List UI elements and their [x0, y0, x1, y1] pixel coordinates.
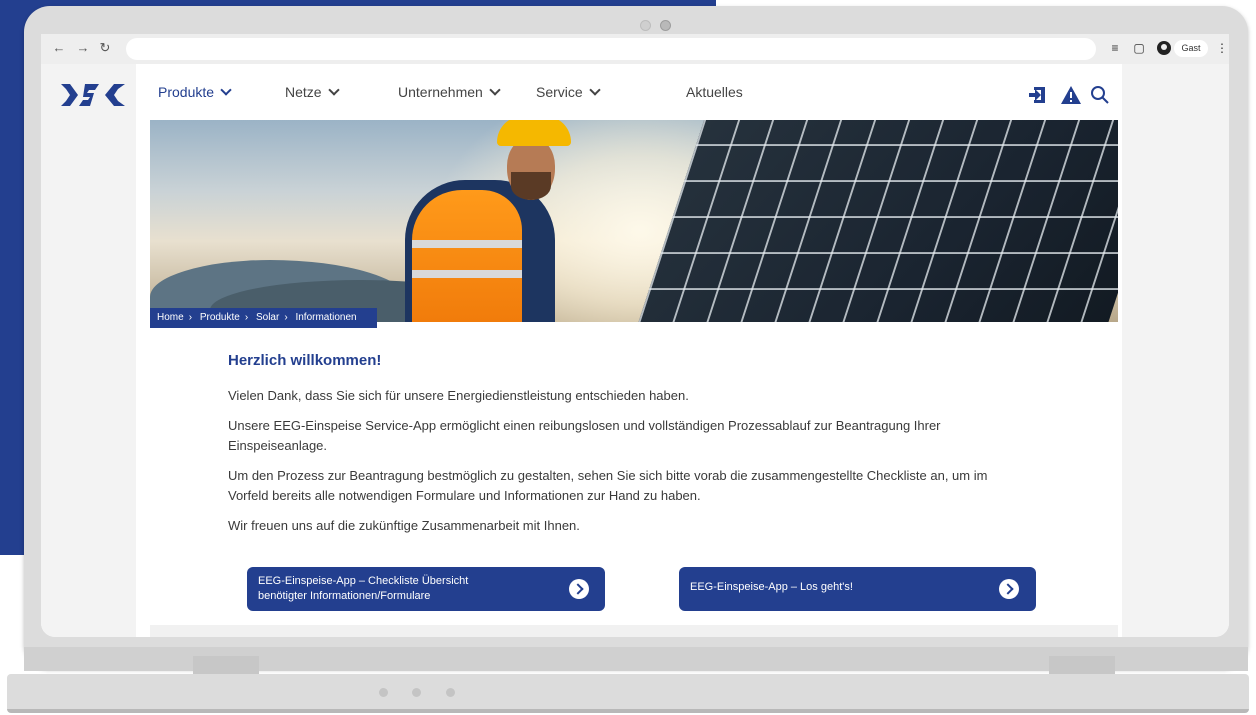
browser-toolbar: ← → ↻ ≡ ▢ Gast ⋮	[41, 34, 1229, 64]
chevron-down-icon	[489, 84, 501, 96]
site-logo[interactable]	[59, 81, 127, 109]
breadcrumb-item[interactable]: Solar	[256, 312, 279, 323]
button-label: EEG-Einspeise-App – Los geht's!	[690, 581, 853, 593]
button-label: EEG-Einspeise-App – Checkliste Übersicht…	[258, 575, 469, 602]
nav-item-produkte[interactable]: Produkte	[158, 84, 232, 100]
profile-icon[interactable]	[1157, 41, 1171, 55]
arrow-right-icon	[999, 579, 1019, 599]
chevron-down-icon	[589, 84, 601, 96]
breadcrumb-item: Informationen	[295, 312, 357, 323]
reading-list-icon[interactable]: ≡	[1107, 40, 1123, 56]
page-margin-right	[1122, 64, 1229, 637]
hero-image	[150, 120, 1118, 322]
footer-strip	[150, 625, 1118, 637]
address-bar[interactable]	[126, 38, 1096, 60]
paragraph: Vielen Dank, dass Sie sich für unsere En…	[228, 388, 689, 403]
laptop-base	[7, 674, 1249, 713]
side-panel-icon[interactable]: ▢	[1131, 40, 1147, 56]
search-icon[interactable]	[1089, 84, 1111, 106]
browser-window: ← → ↻ ≡ ▢ Gast ⋮ Produkte Netze Unterneh…	[41, 34, 1229, 637]
nav-item-unternehmen[interactable]: Unternehmen	[398, 84, 501, 100]
paragraph: Wir freuen uns auf die zukünftige Zusamm…	[228, 518, 580, 533]
arrow-right-icon	[569, 579, 589, 599]
hard-hat	[497, 120, 571, 146]
forward-arrow-icon[interactable]: →	[75, 40, 91, 56]
nav-item-label: Aktuelles	[686, 84, 743, 100]
hinge	[1049, 656, 1115, 676]
nav-item-service[interactable]: Service	[536, 84, 601, 100]
checklist-button[interactable]: EEG-Einspeise-App – Checkliste Übersicht…	[247, 567, 605, 611]
nav-item-label: Service	[536, 84, 583, 100]
nav-item-label: Produkte	[158, 84, 215, 100]
breadcrumb-item[interactable]: Produkte	[200, 312, 240, 323]
base-dot	[446, 688, 455, 697]
reload-icon[interactable]: ↻	[97, 40, 113, 56]
base-dot	[379, 688, 388, 697]
page-margin-left	[41, 64, 136, 637]
login-icon[interactable]	[1026, 84, 1048, 106]
webcam	[640, 17, 704, 31]
hinge	[193, 656, 259, 676]
warning-icon[interactable]	[1060, 84, 1082, 106]
paragraph: Unsere EEG-Einspeise Service-App ermögli…	[228, 418, 941, 453]
chevron-down-icon	[327, 84, 340, 96]
profile-label[interactable]: Gast	[1174, 40, 1208, 57]
breadcrumb-item[interactable]: Home	[157, 312, 184, 323]
base-dot	[412, 688, 421, 697]
main-content: Herzlich willkommen! Vielen Dank, dass S…	[228, 352, 1028, 533]
paragraph: Um den Prozess zur Beantragung bestmögli…	[228, 468, 988, 503]
nav-item-label: Netze	[285, 84, 322, 100]
kebab-menu-icon[interactable]: ⋮	[1216, 41, 1228, 55]
nav-item-netze[interactable]: Netze	[285, 84, 340, 100]
breadcrumb: Home › Produkte › Solar › Informationen	[150, 308, 377, 328]
chevron-down-icon	[220, 84, 232, 96]
nav-item-label: Unternehmen	[398, 84, 483, 100]
solar-panels	[632, 120, 1118, 322]
start-app-button[interactable]: EEG-Einspeise-App – Los geht's!	[679, 567, 1036, 611]
nav-item-aktuelles[interactable]: Aktuelles	[686, 84, 743, 100]
back-arrow-icon[interactable]: ←	[51, 40, 67, 56]
page-title: Herzlich willkommen!	[228, 352, 382, 369]
